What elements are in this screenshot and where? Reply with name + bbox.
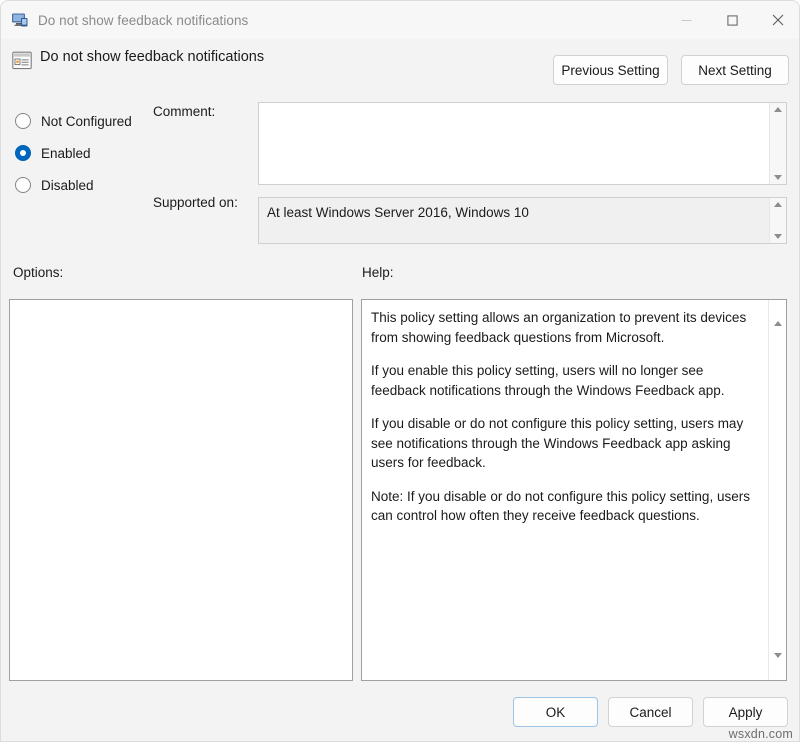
next-setting-button[interactable]: Next Setting [681, 55, 789, 85]
help-paragraph: This policy setting allows an organizati… [371, 308, 758, 347]
title-bar: Do not show feedback notifications [1, 1, 800, 39]
help-label: Help: [362, 265, 394, 280]
supported-on-label: Supported on: [153, 195, 238, 210]
supported-on-field: At least Windows Server 2016, Windows 10 [258, 197, 787, 244]
comment-scrollbar[interactable] [769, 103, 786, 184]
supported-on-scrollbar[interactable] [769, 198, 786, 243]
policy-setting-icon [12, 51, 32, 70]
scroll-up-icon[interactable] [774, 106, 783, 113]
scroll-down-icon[interactable] [774, 174, 783, 181]
options-label: Options: [13, 265, 63, 280]
ok-button[interactable]: OK [513, 697, 598, 727]
cancel-button[interactable]: Cancel [608, 697, 693, 727]
help-panel: This policy setting allows an organizati… [361, 299, 787, 681]
help-paragraph: Note: If you disable or do not configure… [371, 487, 758, 526]
radio-mark-disabled [15, 177, 31, 193]
dialog-footer: OK Cancel Apply [513, 697, 788, 727]
policy-state-radio-group: Not Configured Enabled Disabled [15, 105, 150, 201]
radio-disabled[interactable]: Disabled [15, 169, 150, 201]
radio-not-configured[interactable]: Not Configured [15, 105, 150, 137]
apply-button[interactable]: Apply [703, 697, 788, 727]
group-policy-setting-dialog: Do not show feedback notifications [0, 0, 800, 742]
previous-setting-button[interactable]: Previous Setting [553, 55, 668, 85]
minimize-icon[interactable] [663, 1, 709, 39]
help-text: This policy setting allows an organizati… [362, 300, 768, 680]
setting-navigation: Previous Setting Next Setting [553, 55, 789, 85]
close-icon[interactable] [755, 1, 800, 39]
options-panel[interactable] [9, 299, 353, 681]
help-paragraph: If you disable or do not configure this … [371, 414, 758, 473]
radio-label-disabled: Disabled [41, 178, 94, 193]
scroll-down-icon[interactable] [774, 658, 782, 676]
help-scrollbar[interactable] [768, 300, 786, 680]
comment-field[interactable] [258, 102, 787, 185]
maximize-icon[interactable] [709, 1, 755, 39]
radio-mark-not-configured [15, 113, 31, 129]
window-caption-buttons [663, 1, 800, 39]
radio-mark-enabled [15, 145, 31, 161]
window-title: Do not show feedback notifications [38, 13, 248, 28]
comment-label: Comment: [153, 104, 215, 119]
help-paragraph: If you enable this policy setting, users… [371, 361, 758, 400]
scroll-down-icon[interactable] [774, 233, 783, 240]
scroll-up-icon[interactable] [774, 304, 782, 322]
watermark: wsxdn.com [729, 727, 793, 741]
radio-label-not-configured: Not Configured [41, 114, 132, 129]
radio-label-enabled: Enabled [41, 146, 91, 161]
radio-enabled[interactable]: Enabled [15, 137, 150, 169]
setting-header: Do not show feedback notifications Previ… [1, 45, 800, 85]
scroll-up-icon[interactable] [774, 201, 783, 208]
comment-value[interactable] [259, 103, 769, 184]
supported-on-value: At least Windows Server 2016, Windows 10 [259, 198, 769, 243]
setting-name: Do not show feedback notifications [40, 49, 264, 65]
computer-monitor-icon [11, 12, 29, 28]
